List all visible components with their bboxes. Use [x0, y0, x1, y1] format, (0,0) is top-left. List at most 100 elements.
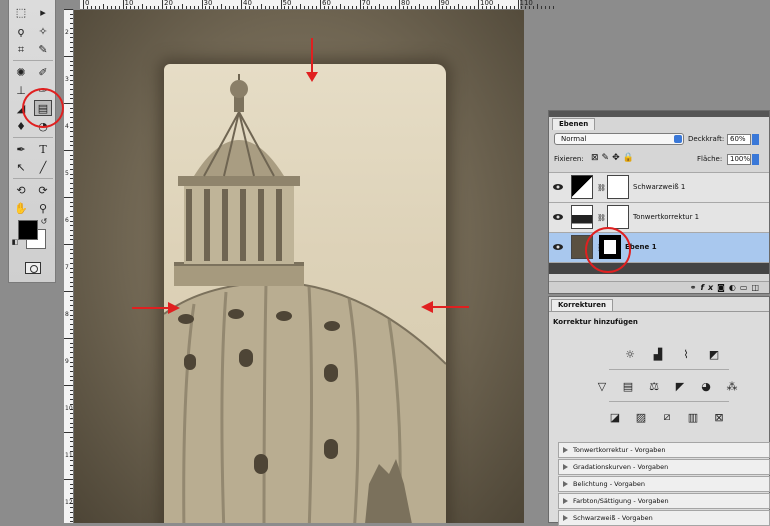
type-icon[interactable]: T [34, 141, 52, 157]
default-colors-icon[interactable]: ◧ [11, 238, 19, 246]
eye-icon[interactable] [553, 243, 563, 251]
layer-row-ebene-1[interactable]: ⛓ Ebene 1 [549, 232, 769, 262]
fill-label: Fläche: [697, 155, 723, 163]
ruler-tick [90, 6, 92, 9]
lock-icons[interactable]: ⊠✎✥🔒 [591, 153, 637, 163]
gradient-map-icon[interactable]: ▥ [685, 410, 701, 424]
preset-belichtung[interactable]: Belichtung - Vorgaben [558, 476, 770, 492]
ruler-tick [553, 6, 555, 9]
opacity-slider-button[interactable] [752, 134, 759, 145]
posterize-icon[interactable]: ▨ [633, 410, 649, 424]
preset-schwarzweiss[interactable]: Schwarzweiß - Vorgaben [558, 510, 770, 526]
ruler-tick [70, 375, 73, 377]
curves-icon[interactable]: ⌇ [678, 347, 694, 361]
invert-icon[interactable]: ◪ [607, 410, 623, 424]
layer-name: Schwarzweiß 1 [633, 183, 686, 191]
channel-mixer-icon[interactable]: ⁂ [724, 379, 740, 393]
ruler-tick [438, 0, 440, 9]
layer-row-partial[interactable] [549, 262, 769, 274]
gradient-tool-highlight-circle [22, 88, 64, 128]
color-balance-icon[interactable]: ⚖ [646, 379, 662, 393]
layer-row-schwarzweiss[interactable]: ⛓ Schwarzweiß 1 [549, 172, 769, 202]
preset-tonwertkorrektur[interactable]: Tonwertkorrektur - Vorgaben [558, 442, 770, 458]
ruler-tick [70, 366, 73, 368]
brightness-icon[interactable]: ☼ [622, 347, 638, 361]
threshold-icon[interactable]: ⧄ [659, 410, 675, 424]
ruler-tick [331, 6, 333, 9]
crop-icon[interactable]: ⌗ [12, 41, 30, 57]
ruler-tick [70, 84, 73, 86]
ruler-tick [260, 4, 262, 9]
document-canvas[interactable] [74, 10, 524, 523]
ruler-tick [154, 6, 156, 9]
pen-icon[interactable]: ✒ [12, 141, 30, 157]
ruler-tick [450, 6, 452, 9]
hand-icon[interactable]: ✋ [12, 200, 30, 216]
ruler-tick [497, 4, 499, 9]
eyedropper-icon[interactable]: ✎ [34, 41, 52, 57]
layer-row-tonwertkorrektur[interactable]: ⛓ Tonwertkorrektur 1 [549, 202, 769, 232]
quick-mask-icon[interactable] [25, 262, 41, 274]
add-mask-icon[interactable]: ◙ [717, 283, 729, 292]
ruler-tick [359, 0, 361, 9]
fill-slider-button[interactable] [752, 154, 759, 165]
blend-mode-select[interactable]: Normal [554, 133, 684, 145]
hue-saturation-icon[interactable]: ▤ [620, 379, 636, 393]
new-layer-icon[interactable]: ◫ [751, 283, 763, 292]
fill-field[interactable]: 100% [727, 154, 751, 165]
ruler-tick [533, 6, 535, 9]
fx-icon[interactable]: fx [700, 283, 717, 292]
eye-icon[interactable] [553, 183, 563, 191]
ruler-tick [70, 272, 73, 274]
preset-farbton-saettigung[interactable]: Farbton/Sättigung - Vorgaben [558, 493, 770, 509]
lasso-icon[interactable]: ϙ [12, 23, 30, 39]
ruler-tick [70, 192, 73, 194]
exposure-icon[interactable]: ◩ [706, 347, 722, 361]
vibrance-icon[interactable]: ▽ [594, 379, 610, 393]
swap-colors-icon[interactable]: ↺ [39, 218, 49, 226]
link-icon[interactable]: ⛓ [597, 184, 606, 192]
ruler-tick [493, 6, 495, 9]
link-layers-icon[interactable]: ⚭ [690, 283, 701, 292]
ruler-tick [308, 6, 310, 9]
zoom-icon[interactable]: ⚲ [34, 200, 52, 216]
levels-icon[interactable]: ▟ [650, 347, 666, 361]
eye-icon[interactable] [553, 213, 563, 221]
brush-icon[interactable]: ✐ [34, 64, 52, 80]
layer-mask-thumb[interactable] [607, 175, 629, 199]
preset-gradationskurven[interactable]: Gradationskurven - Vorgaben [558, 459, 770, 475]
magic-wand-icon[interactable]: ✧ [34, 23, 52, 39]
ruler-tick [70, 18, 73, 20]
tab-layers[interactable]: Ebenen [552, 118, 596, 130]
layers-footer: ⚭fx◙◐▭◫ [549, 281, 769, 293]
adjustment-layer-icon[interactable]: ◐ [729, 283, 740, 292]
black-white-icon[interactable]: ◤ [672, 379, 688, 393]
photo-filter-icon[interactable]: ◕ [698, 379, 714, 393]
ruler-label: 20 [164, 0, 173, 7]
ruler-tick [422, 6, 424, 9]
ruler-tick [70, 399, 73, 401]
ruler-tick [70, 483, 73, 485]
3d-orbit-icon[interactable]: ⟳ [34, 182, 52, 198]
foreground-color-swatch[interactable] [18, 220, 38, 240]
ruler-tick [399, 0, 400, 9]
marquee-icon[interactable]: ⬚ [12, 4, 30, 20]
ruler-tick [541, 6, 543, 9]
spot-healing-icon[interactable]: ✺ [12, 64, 30, 80]
ruler-tick [70, 79, 73, 81]
selective-color-icon[interactable]: ⊠ [711, 410, 727, 424]
line-icon[interactable]: ╱ [34, 159, 52, 175]
ruler-tick [70, 262, 73, 264]
move-icon[interactable]: ▸ [34, 4, 52, 20]
ruler-tick [225, 6, 227, 9]
3d-rotate-icon[interactable]: ⟲ [12, 182, 30, 198]
ruler-tick [70, 347, 73, 349]
group-icon[interactable]: ▭ [740, 283, 752, 292]
tab-adjustments[interactable]: Korrekturen [551, 299, 613, 311]
layer-mask-thumb[interactable] [607, 205, 629, 229]
path-select-icon[interactable]: ↖ [12, 159, 30, 175]
link-icon[interactable]: ⛓ [597, 214, 606, 222]
layers-panel: Ebenen Normal Deckkraft: 60% Fixieren: ⊠… [548, 110, 770, 294]
ruler-tick [70, 417, 73, 419]
opacity-field[interactable]: 60% [727, 134, 751, 145]
